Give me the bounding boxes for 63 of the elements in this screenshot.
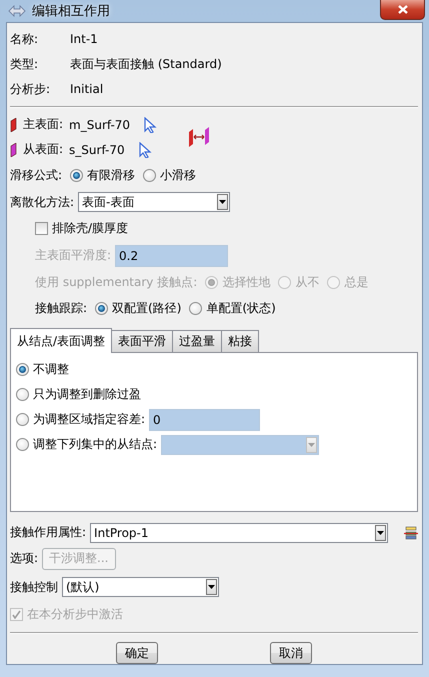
- tab[interactable]: 粘接: [221, 330, 260, 352]
- cancel-button[interactable]: 取消: [270, 642, 312, 664]
- radio-label: 总是: [344, 274, 368, 291]
- window-title: 编辑相互作用: [32, 3, 110, 20]
- surface-label: 从表面:: [23, 141, 64, 158]
- caret-icon: [377, 530, 384, 535]
- surface-value: s_Surf-70: [69, 142, 125, 157]
- field-label: 名称:: [10, 30, 40, 48]
- radio-button[interactable]: [95, 302, 108, 315]
- tab[interactable]: 过盈量: [172, 330, 222, 352]
- method-dropdown[interactable]: 表面-表面: [78, 192, 230, 212]
- radio-button[interactable]: [189, 302, 202, 315]
- field-label: 选项:: [10, 550, 38, 568]
- close-button[interactable]: [380, 0, 425, 20]
- control-dropdown[interactable]: (默认): [62, 577, 219, 598]
- radio-label: 小滑移: [160, 166, 196, 184]
- checkbox-label: 在本分析步中激活: [27, 606, 123, 623]
- checkbox[interactable]: [35, 222, 48, 236]
- checkbox-label: 排除壳/膜厚度: [52, 220, 128, 238]
- field-label: 主表面平滑度:: [35, 247, 112, 264]
- pointer-icon[interactable]: [138, 142, 153, 158]
- field-label: 离散化方法:: [10, 194, 74, 211]
- contact-pair-icon: [188, 127, 210, 148]
- field-label: 类型:: [10, 56, 40, 73]
- radio-button[interactable]: [16, 363, 29, 376]
- create-icon[interactable]: [404, 526, 418, 540]
- radio-label: 只为调整到删除过盈: [33, 386, 141, 403]
- field-label: 使用 supplementary 接触点:: [35, 274, 198, 291]
- radio-label: 为调整区域指定容差:: [33, 411, 146, 428]
- node-set-dropdown[interactable]: [161, 434, 320, 454]
- surface-value: m_Surf-70: [69, 118, 130, 132]
- property-dropdown[interactable]: IntProp-1: [90, 522, 388, 543]
- radio-label: 单配置(状态): [206, 300, 276, 317]
- radio-button[interactable]: [70, 168, 84, 182]
- field-label: 接触控制: [10, 578, 58, 596]
- pointer-icon[interactable]: [144, 116, 158, 133]
- field-label: 接触作用属性:: [10, 524, 86, 542]
- tab[interactable]: 表面平滑: [111, 330, 174, 352]
- field-label: 接触跟踪:: [35, 300, 88, 317]
- field-value: 表面与表面接触 (Standard): [70, 56, 222, 73]
- field-label: 滑移公式:: [10, 166, 62, 184]
- field-value: Int-1: [70, 32, 98, 46]
- radio-label: 不调整: [33, 361, 69, 378]
- caret-icon: [308, 442, 316, 446]
- surface-label: 主表面:: [23, 116, 64, 134]
- close-icon: [398, 5, 408, 14]
- radio-label: 双配置(路径): [112, 300, 182, 317]
- radio-button[interactable]: [16, 413, 29, 426]
- input-field[interactable]: 0: [149, 408, 260, 430]
- tab[interactable]: 从结点/表面调整: [10, 328, 112, 353]
- field-label: 分析步:: [10, 80, 52, 98]
- radio-button[interactable]: [16, 388, 29, 401]
- caret-icon: [208, 585, 215, 590]
- radio-label: 有限滑移: [87, 166, 136, 184]
- radio-label: 从不: [295, 274, 320, 291]
- radio-label: 选择性地: [222, 274, 270, 291]
- caret-icon: [219, 200, 226, 204]
- radio-label: 调整下列集中的从结点:: [33, 436, 158, 453]
- ok-button[interactable]: 确定: [116, 642, 158, 664]
- window-icon: [8, 4, 26, 18]
- radio-button[interactable]: [143, 168, 156, 182]
- radio-button[interactable]: [16, 438, 29, 451]
- field-value: Initial: [70, 82, 104, 96]
